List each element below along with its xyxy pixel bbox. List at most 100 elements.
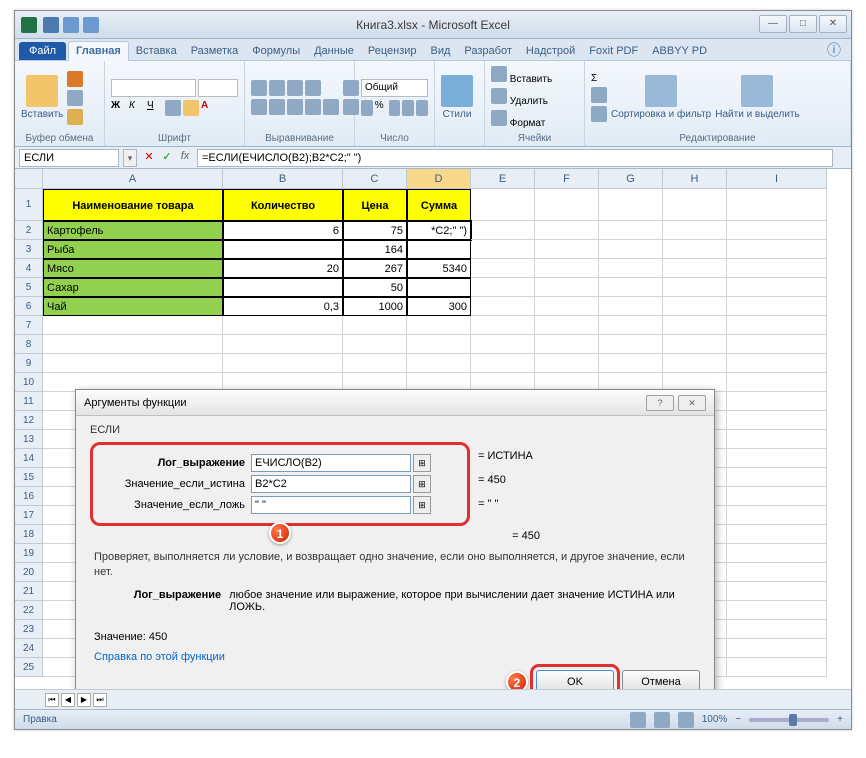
tab-addins[interactable]: Надстрой (519, 42, 582, 60)
cell-A1[interactable]: Наименование товара (43, 189, 223, 221)
enter-formula-icon[interactable]: ✓ (159, 150, 175, 166)
close-button[interactable]: ✕ (819, 15, 847, 33)
dialog-titlebar[interactable]: Аргументы функции ?✕ (76, 390, 714, 416)
page-layout-icon[interactable] (654, 712, 670, 728)
align-left-icon[interactable] (251, 99, 267, 115)
align-top-icon[interactable] (251, 80, 267, 96)
arg-value-if-false[interactable] (251, 496, 411, 514)
percent-icon[interactable]: % (375, 100, 387, 116)
tab-insert[interactable]: Вставка (129, 42, 184, 60)
col-A[interactable]: A (43, 169, 223, 189)
align-right-icon[interactable] (287, 99, 303, 115)
select-all[interactable] (15, 169, 43, 189)
align-mid-icon[interactable] (269, 80, 285, 96)
tab-abbyy[interactable]: ABBYY PD (645, 42, 714, 60)
col-H[interactable]: H (663, 169, 727, 189)
indent-dec-icon[interactable] (305, 99, 321, 115)
cell[interactable]: 267 (343, 259, 407, 278)
zoom-slider[interactable] (749, 718, 829, 722)
orientation-icon[interactable] (305, 80, 321, 96)
cell[interactable]: Картофель (43, 221, 223, 240)
cell[interactable]: 164 (343, 240, 407, 259)
formula-bar[interactable]: =ЕСЛИ(ЕЧИСЛО(B2);B2*C2;" ") (197, 149, 833, 167)
find-select-icon[interactable] (741, 75, 773, 107)
dialog-help-icon[interactable]: ? (646, 395, 674, 411)
copy-icon[interactable] (67, 90, 83, 106)
cell[interactable]: 1000 (343, 297, 407, 316)
col-I[interactable]: I (727, 169, 827, 189)
cell[interactable]: 300 (407, 297, 471, 316)
range-picker-icon[interactable]: ⊞ (413, 496, 431, 514)
align-bot-icon[interactable] (287, 80, 303, 96)
range-picker-icon[interactable]: ⊞ (413, 454, 431, 472)
col-E[interactable]: E (471, 169, 535, 189)
save-icon[interactable] (43, 17, 59, 33)
last-sheet-icon[interactable]: ⏭ (93, 693, 107, 707)
cell[interactable]: Чай (43, 297, 223, 316)
maximize-button[interactable]: □ (789, 15, 817, 33)
arg-value-if-true[interactable] (251, 475, 411, 493)
namebox-dropdown[interactable]: ▾ (123, 149, 137, 167)
help-link[interactable]: Справка по этой функции (94, 651, 696, 663)
zoom-out-icon[interactable]: − (735, 714, 741, 725)
tab-view[interactable]: Вид (424, 42, 458, 60)
cell[interactable]: 6 (223, 221, 343, 240)
prev-sheet-icon[interactable]: ◀ (61, 693, 75, 707)
undo-icon[interactable] (63, 17, 79, 33)
cut-icon[interactable] (67, 71, 83, 87)
paste-icon[interactable] (26, 75, 58, 107)
cell[interactable]: 0,3 (223, 297, 343, 316)
cell-D1[interactable]: Сумма (407, 189, 471, 221)
cell[interactable]: 50 (343, 278, 407, 297)
dialog-close-icon[interactable]: ✕ (678, 395, 706, 411)
name-box[interactable]: ЕСЛИ (19, 149, 119, 167)
cell[interactable]: 5340 (407, 259, 471, 278)
cell[interactable]: Мясо (43, 259, 223, 278)
cell[interactable] (407, 240, 471, 259)
align-center-icon[interactable] (269, 99, 285, 115)
sort-filter-icon[interactable] (645, 75, 677, 107)
help-icon[interactable]: ⓘ (827, 40, 841, 60)
cell-C1[interactable]: Цена (343, 189, 407, 221)
autosum-icon[interactable]: Σ (591, 73, 607, 84)
cell[interactable] (223, 240, 343, 259)
font-color-icon[interactable]: А (201, 100, 217, 116)
cell[interactable]: Рыба (43, 240, 223, 259)
indent-inc-icon[interactable] (323, 99, 339, 115)
redo-icon[interactable] (83, 17, 99, 33)
tab-data[interactable]: Данные (307, 42, 361, 60)
cell[interactable]: Сахар (43, 278, 223, 297)
zoom-level[interactable]: 100% (702, 714, 728, 725)
tab-review[interactable]: Рецензир (361, 42, 424, 60)
zoom-in-icon[interactable]: + (837, 714, 843, 725)
normal-view-icon[interactable] (630, 712, 646, 728)
clear-icon[interactable] (591, 106, 607, 122)
cell[interactable] (407, 278, 471, 297)
cell[interactable]: 20 (223, 259, 343, 278)
arg-logical-test[interactable] (251, 454, 411, 472)
delete-cells[interactable]: Удалить (491, 88, 552, 107)
tab-developer[interactable]: Разработ (457, 42, 518, 60)
cell[interactable]: 75 (343, 221, 407, 240)
cell[interactable]: *C2;" ") (407, 221, 471, 240)
col-C[interactable]: C (343, 169, 407, 189)
italic-icon[interactable]: К (129, 100, 145, 116)
next-sheet-icon[interactable]: ▶ (77, 693, 91, 707)
col-G[interactable]: G (599, 169, 663, 189)
format-painter-icon[interactable] (67, 109, 83, 125)
dec-dec-icon[interactable] (416, 100, 428, 116)
col-D[interactable]: D (407, 169, 471, 189)
underline-icon[interactable]: Ч (147, 100, 163, 116)
fill-color-icon[interactable] (183, 100, 199, 116)
insert-cells[interactable]: Вставить (491, 66, 552, 85)
tab-layout[interactable]: Разметка (184, 42, 246, 60)
currency-icon[interactable] (361, 100, 373, 116)
dec-inc-icon[interactable] (402, 100, 414, 116)
fx-icon[interactable]: fx (177, 150, 193, 166)
tab-formulas[interactable]: Формулы (245, 42, 307, 60)
cancel-formula-icon[interactable]: ✕ (141, 150, 157, 166)
col-F[interactable]: F (535, 169, 599, 189)
minimize-button[interactable]: — (759, 15, 787, 33)
styles-icon[interactable] (441, 75, 473, 107)
bold-icon[interactable]: Ж (111, 100, 127, 116)
